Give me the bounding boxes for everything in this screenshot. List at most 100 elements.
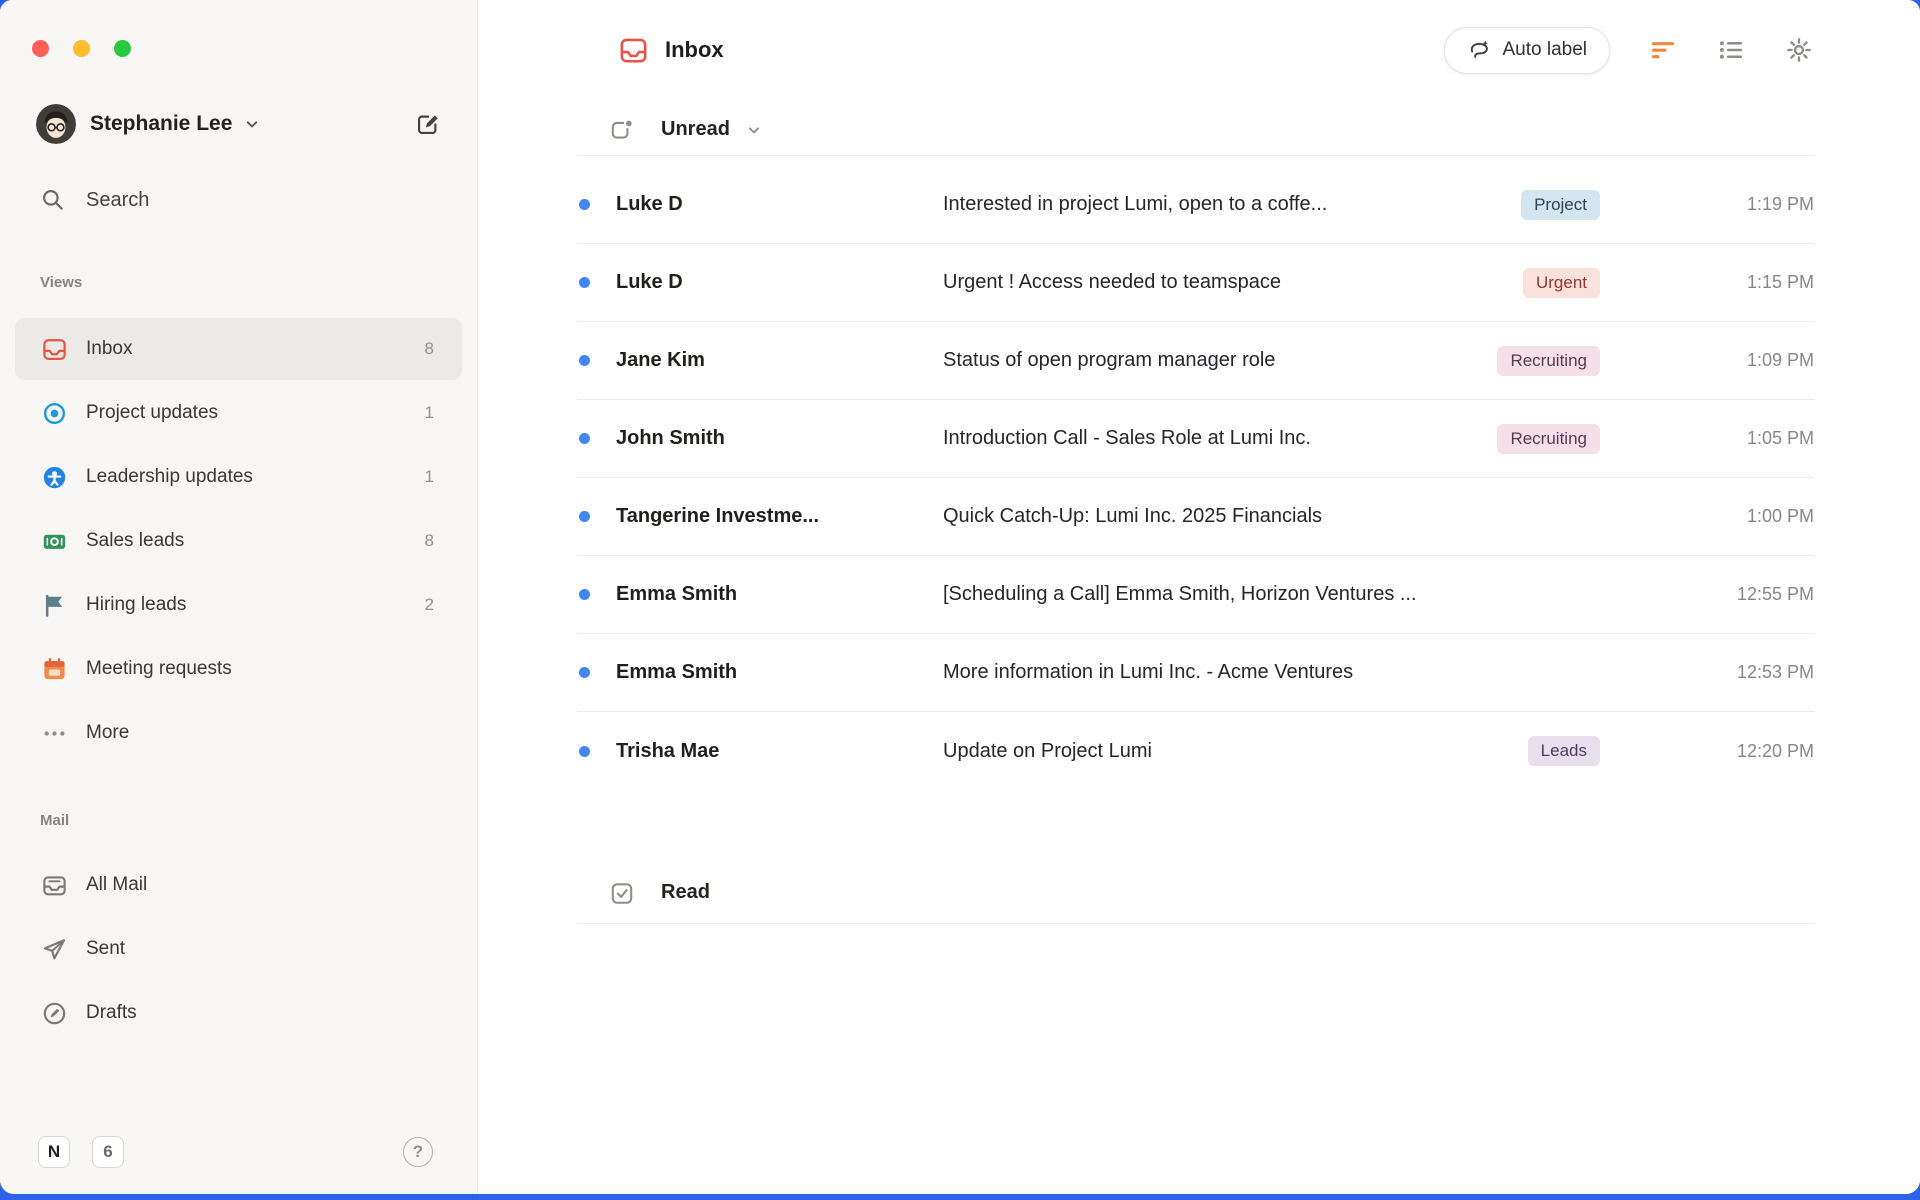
paper-plane-icon	[40, 935, 68, 963]
sidebar-item-count: 8	[425, 531, 434, 551]
ellipsis-icon	[40, 719, 68, 747]
email-row[interactable]: Emma Smith More information in Lumi Inc.…	[577, 634, 1814, 712]
read-group-label: Read	[661, 881, 710, 904]
email-row[interactable]: Emma Smith [Scheduling a Call] Emma Smit…	[577, 556, 1814, 634]
sidebar-item-label: Project updates	[86, 402, 218, 424]
email-row[interactable]: Tangerine Investme... Quick Catch-Up: Lu…	[577, 478, 1814, 556]
calendar-icon	[40, 655, 68, 683]
window-controls	[0, 40, 477, 57]
sidebar-item-drafts[interactable]: Drafts	[15, 982, 462, 1044]
email-list: Unread Luke D Interested in project Lumi…	[577, 74, 1814, 924]
notion-app-icon[interactable]: N	[38, 1136, 70, 1168]
chevron-down-icon	[744, 120, 764, 140]
email-time: 1:15 PM	[1684, 272, 1814, 293]
email-time: 1:19 PM	[1684, 194, 1814, 215]
email-row[interactable]: Luke D Interested in project Lumi, open …	[577, 166, 1814, 244]
sidebar-item-sent[interactable]: Sent	[15, 918, 462, 980]
calendar-app-icon[interactable]: 6	[92, 1136, 124, 1168]
unread-dot	[579, 589, 590, 600]
sidebar-item-label: Drafts	[86, 1002, 137, 1024]
sidebar-item-sales-leads[interactable]: Sales leads 8	[15, 510, 462, 572]
sidebar-item-more[interactable]: More	[15, 702, 462, 764]
mail-app-window: Stephanie Lee Search Views	[0, 0, 1920, 1194]
email-subject: Quick Catch-Up: Lumi Inc. 2025 Financial…	[943, 505, 1684, 528]
email-time: 1:05 PM	[1684, 428, 1814, 449]
sidebar-item-label: Sent	[86, 938, 125, 960]
email-row[interactable]: Luke D Urgent ! Access needed to teamspa…	[577, 244, 1814, 322]
views-nav-list: Inbox 8 Project updates 1	[0, 318, 477, 764]
avatar[interactable]	[36, 104, 76, 144]
email-subject: Update on Project Lumi	[943, 740, 1528, 763]
email-subject: Status of open program manager role	[943, 349, 1497, 372]
chevron-down-icon[interactable]	[242, 114, 262, 134]
auto-label-button-label: Auto label	[1502, 39, 1587, 61]
title-group: Inbox	[618, 35, 724, 66]
banknote-icon	[40, 527, 68, 555]
unread-dot	[579, 277, 590, 288]
close-window-button[interactable]	[32, 40, 49, 57]
read-group-header[interactable]: Read	[577, 862, 1814, 924]
inbox-icon	[618, 35, 649, 66]
unread-dot	[579, 433, 590, 444]
sidebar-item-meeting-requests[interactable]: Meeting requests	[15, 638, 462, 700]
read-checkbox-icon[interactable]	[609, 880, 635, 906]
email-subject: More information in Lumi Inc. - Acme Ven…	[943, 661, 1684, 684]
email-subject: Interested in project Lumi, open to a co…	[943, 193, 1521, 216]
user-name[interactable]: Stephanie Lee	[90, 112, 232, 136]
sidebar-item-hiring-leads[interactable]: Hiring leads 2	[15, 574, 462, 636]
sidebar-footer: N 6 ?	[0, 1136, 477, 1194]
compose-button[interactable]	[407, 104, 447, 144]
unread-dot	[579, 667, 590, 678]
email-label-badge[interactable]: Recruiting	[1497, 424, 1600, 454]
email-label-badge[interactable]: Urgent	[1523, 268, 1600, 298]
unread-dot	[579, 746, 590, 757]
target-icon	[40, 399, 68, 427]
main-header: Inbox Auto label	[478, 0, 1920, 74]
email-row[interactable]: Jane Kim Status of open program manager …	[577, 322, 1814, 400]
email-sender: Luke D	[616, 271, 943, 294]
sidebar-item-count: 8	[425, 339, 434, 359]
email-label-badge[interactable]: Leads	[1528, 736, 1600, 766]
mail-nav-list: All Mail Sent	[0, 854, 477, 1044]
email-time: 12:55 PM	[1684, 584, 1814, 605]
email-subject: Urgent ! Access needed to teamspace	[943, 271, 1523, 294]
list-view-icon[interactable]	[1716, 35, 1746, 65]
sidebar: Stephanie Lee Search Views	[0, 0, 478, 1194]
unread-select-icon[interactable]	[609, 117, 635, 143]
main-content: Inbox Auto label	[478, 0, 1920, 1194]
user-account-row: Stephanie Lee	[36, 102, 447, 146]
email-label-badge[interactable]: Recruiting	[1497, 346, 1600, 376]
email-label-badge[interactable]: Project	[1521, 190, 1600, 220]
unread-dot	[579, 511, 590, 522]
zoom-window-button[interactable]	[114, 40, 131, 57]
sidebar-item-count: 1	[425, 403, 434, 423]
flag-icon	[40, 591, 68, 619]
minimize-window-button[interactable]	[73, 40, 90, 57]
email-sender: Jane Kim	[616, 349, 943, 372]
email-sender: John Smith	[616, 427, 943, 450]
email-row[interactable]: Trisha Mae Update on Project Lumi Leads …	[577, 712, 1814, 790]
sidebar-item-label: Leadership updates	[86, 466, 253, 488]
email-row[interactable]: John Smith Introduction Call - Sales Rol…	[577, 400, 1814, 478]
sidebar-item-project-updates[interactable]: Project updates 1	[15, 382, 462, 444]
sidebar-item-inbox[interactable]: Inbox 8	[15, 318, 462, 380]
person-circle-icon	[40, 463, 68, 491]
email-subject: Introduction Call - Sales Role at Lumi I…	[943, 427, 1497, 450]
email-sender: Emma Smith	[616, 661, 943, 684]
unread-group-header[interactable]: Unread	[577, 104, 1814, 156]
sidebar-item-label: All Mail	[86, 874, 147, 896]
sidebar-item-count: 1	[425, 467, 434, 487]
sidebar-item-leadership-updates[interactable]: Leadership updates 1	[15, 446, 462, 508]
views-section-label: Views	[40, 274, 477, 294]
search-button[interactable]: Search	[0, 180, 447, 220]
help-icon[interactable]: ?	[403, 1137, 433, 1167]
lasso-icon	[1467, 38, 1491, 62]
settings-gear-icon[interactable]	[1784, 35, 1814, 65]
unread-dot	[579, 199, 590, 210]
mail-section-label: Mail	[40, 812, 477, 832]
auto-label-button[interactable]: Auto label	[1444, 27, 1610, 74]
sidebar-item-all-mail[interactable]: All Mail	[15, 854, 462, 916]
email-sender: Luke D	[616, 193, 943, 216]
filter-icon[interactable]	[1648, 35, 1678, 65]
email-time: 12:53 PM	[1684, 662, 1814, 683]
